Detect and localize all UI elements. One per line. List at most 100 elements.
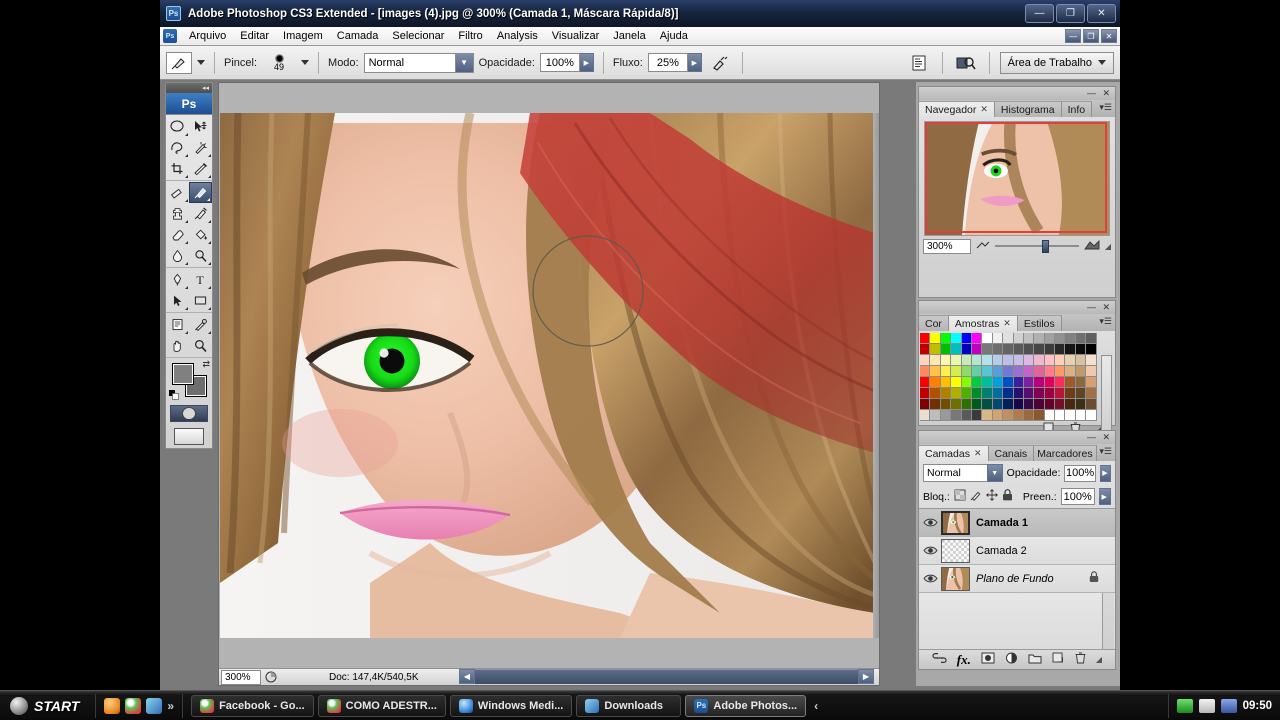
color-swatch[interactable] — [1075, 410, 1087, 421]
navigator-thumbnail[interactable] — [924, 121, 1110, 236]
color-swatch[interactable] — [940, 344, 952, 355]
color-swatch[interactable] — [930, 333, 941, 344]
lasso-tool[interactable] — [166, 137, 189, 158]
color-swatch[interactable] — [1086, 399, 1097, 410]
color-swatch[interactable] — [940, 410, 952, 421]
tab-canais[interactable]: Canais — [988, 445, 1035, 461]
menu-analysis[interactable]: Analysis — [490, 28, 545, 44]
color-swatch[interactable] — [1055, 388, 1066, 399]
layer-opacity-input[interactable]: 100% — [1064, 464, 1096, 482]
menu-imagem[interactable]: Imagem — [276, 28, 330, 44]
color-swatch[interactable] — [1055, 377, 1066, 388]
color-swatch[interactable] — [1044, 377, 1056, 388]
layer-fill-stepper-icon[interactable]: ▶ — [1098, 488, 1111, 505]
layer-row-camada-1[interactable]: Camada 1 — [919, 509, 1115, 537]
color-swatch[interactable] — [1044, 410, 1056, 421]
color-swatch[interactable] — [1086, 388, 1097, 399]
color-swatch[interactable] — [1075, 388, 1087, 399]
blur-tool[interactable] — [166, 245, 189, 266]
color-swatch[interactable] — [930, 355, 941, 366]
color-swatch[interactable] — [971, 333, 983, 344]
color-swatch[interactable] — [992, 399, 1004, 410]
color-swatch[interactable] — [1034, 344, 1045, 355]
color-swatch[interactable] — [951, 399, 962, 410]
color-swatch[interactable] — [992, 377, 1004, 388]
menu-arquivo[interactable]: Arquivo — [182, 28, 233, 44]
color-swatch[interactable] — [920, 333, 931, 344]
color-swatch[interactable] — [982, 344, 993, 355]
doc-close-button[interactable]: ✕ — [1101, 29, 1117, 43]
color-swatch[interactable] — [1013, 355, 1024, 366]
brush-preview[interactable]: 49 — [262, 50, 296, 76]
color-swatch[interactable] — [951, 366, 962, 377]
color-swatch[interactable] — [1034, 377, 1045, 388]
color-swatch[interactable] — [971, 377, 983, 388]
color-swatch[interactable] — [1023, 377, 1035, 388]
layer-fill-input[interactable]: 100% — [1060, 488, 1095, 505]
color-swatch[interactable] — [1013, 377, 1024, 388]
zoom-level-input[interactable]: 300% — [221, 669, 261, 685]
layer-thumbnail[interactable] — [941, 510, 970, 535]
color-swatch[interactable] — [1013, 410, 1024, 421]
color-swatch[interactable] — [1044, 399, 1056, 410]
color-swatch[interactable] — [971, 410, 983, 421]
layer-visibility-icon[interactable] — [919, 517, 941, 528]
color-swatch[interactable] — [940, 355, 952, 366]
color-swatch[interactable] — [920, 344, 931, 355]
navigator-zoom-slider[interactable] — [995, 239, 1079, 253]
color-swatch[interactable] — [951, 333, 962, 344]
tool-preset-chevron-icon[interactable] — [197, 60, 205, 65]
color-swatch[interactable] — [1086, 410, 1097, 421]
color-swatch[interactable] — [1065, 399, 1076, 410]
color-swatch[interactable] — [1034, 333, 1045, 344]
zoom-out-icon[interactable] — [976, 240, 990, 252]
color-swatch[interactable] — [1055, 399, 1066, 410]
color-swatch[interactable] — [1003, 344, 1014, 355]
slider-thumb[interactable] — [1041, 239, 1049, 253]
eraser-tool[interactable] — [166, 224, 189, 245]
color-swatch[interactable] — [992, 410, 1004, 421]
color-swatch[interactable] — [930, 388, 941, 399]
swatches-scrollbar[interactable] — [1101, 355, 1112, 437]
color-swatch[interactable] — [1086, 344, 1097, 355]
color-swatch[interactable] — [920, 399, 931, 410]
color-swatch[interactable] — [982, 399, 993, 410]
color-swatch[interactable] — [930, 377, 941, 388]
start-button[interactable]: START — [4, 693, 91, 719]
taskbar-overflow-icon[interactable]: ‹ — [814, 699, 818, 713]
color-swatch[interactable] — [961, 366, 972, 377]
color-swatch[interactable] — [982, 410, 993, 421]
color-swatch[interactable] — [920, 410, 931, 421]
color-swatch[interactable] — [992, 355, 1004, 366]
color-swatch[interactable] — [951, 410, 962, 421]
lock-pixels-icon[interactable] — [970, 489, 982, 504]
zoom-tool[interactable] — [189, 335, 212, 356]
horizontal-scrollbar[interactable]: ◀ ▶ — [459, 668, 874, 685]
color-swatch[interactable] — [1055, 355, 1066, 366]
color-swatch[interactable] — [1044, 333, 1056, 344]
color-swatch[interactable] — [1086, 377, 1097, 388]
minimize-button[interactable]: — — [1025, 4, 1054, 23]
layer-thumbnail[interactable] — [941, 566, 970, 591]
color-swatch[interactable] — [1075, 366, 1087, 377]
color-swatch[interactable] — [1086, 333, 1097, 344]
new-layer-icon[interactable] — [1052, 652, 1065, 667]
color-swatch[interactable] — [930, 399, 941, 410]
taskbar-item-downloads[interactable]: Downloads — [576, 694, 682, 717]
lock-transparency-icon[interactable] — [954, 489, 966, 504]
color-swatch[interactable] — [1034, 355, 1045, 366]
color-swatch[interactable] — [961, 399, 972, 410]
color-swatch[interactable] — [930, 366, 941, 377]
color-swatch[interactable] — [1075, 377, 1087, 388]
menu-camada[interactable]: Camada — [330, 28, 386, 44]
tab-estilos[interactable]: Estilos — [1017, 315, 1062, 331]
color-swatch[interactable] — [1086, 355, 1097, 366]
restore-button[interactable]: ❐ — [1056, 4, 1085, 23]
color-swatch[interactable] — [1055, 366, 1066, 377]
color-swatch[interactable] — [1065, 344, 1076, 355]
color-swatch[interactable] — [992, 344, 1004, 355]
color-swatch[interactable] — [1003, 388, 1014, 399]
tab-histograma[interactable]: Histograma — [994, 101, 1062, 117]
notes-tool[interactable] — [166, 314, 189, 335]
layer-list-empty-area[interactable] — [919, 593, 1115, 649]
